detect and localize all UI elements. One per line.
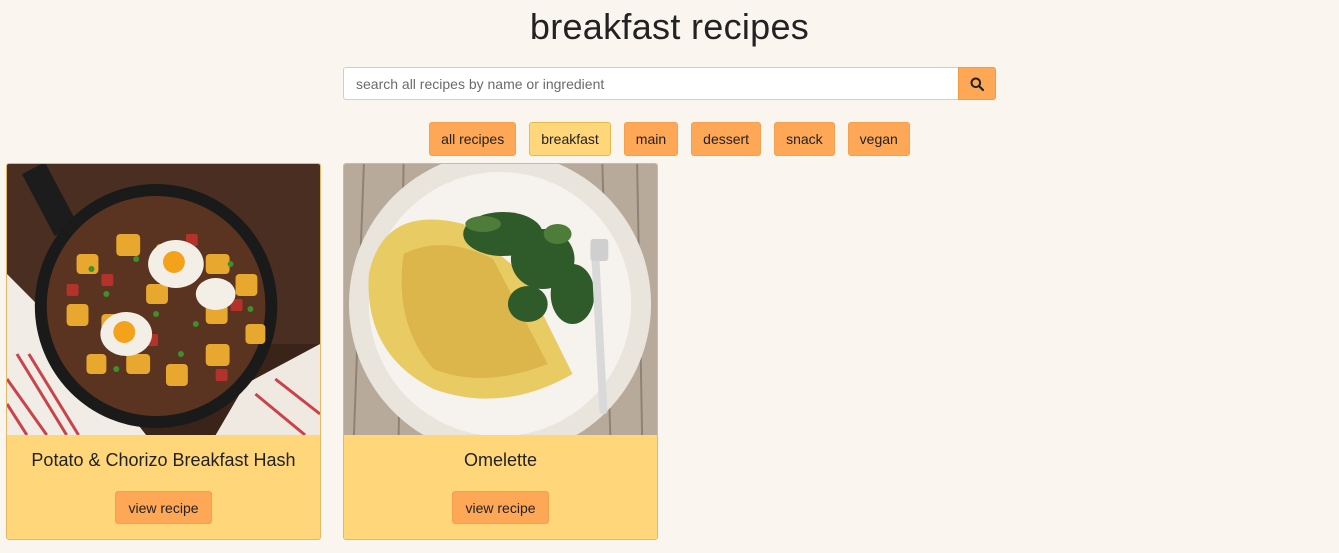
category-filters: all recipes breakfast main dessert snack…: [0, 122, 1339, 156]
view-recipe-button[interactable]: view recipe: [452, 491, 549, 524]
search-input[interactable]: [343, 67, 958, 100]
recipe-title: Omelette: [463, 450, 538, 470]
potato-chorizo-hash-photo: [7, 164, 320, 435]
filter-main[interactable]: main: [623, 122, 679, 156]
view-recipe-button[interactable]: view recipe: [115, 491, 212, 524]
filter-vegan[interactable]: vegan: [847, 122, 910, 156]
page-title: breakfast recipes: [529, 6, 810, 47]
search-bar: [343, 67, 996, 100]
omelette-photo: [344, 164, 657, 435]
search-icon: [970, 77, 984, 91]
search-button[interactable]: [958, 67, 996, 100]
filter-all-recipes[interactable]: all recipes: [429, 122, 517, 156]
filter-breakfast[interactable]: breakfast: [529, 122, 611, 156]
recipe-card: Omelette view recipe: [343, 163, 658, 540]
filter-dessert[interactable]: dessert: [691, 122, 762, 156]
recipe-card: Potato & Chorizo Breakfast Hash view rec…: [6, 163, 321, 540]
recipe-title: Potato & Chorizo Breakfast Hash: [31, 450, 296, 470]
filter-snack[interactable]: snack: [774, 122, 835, 156]
